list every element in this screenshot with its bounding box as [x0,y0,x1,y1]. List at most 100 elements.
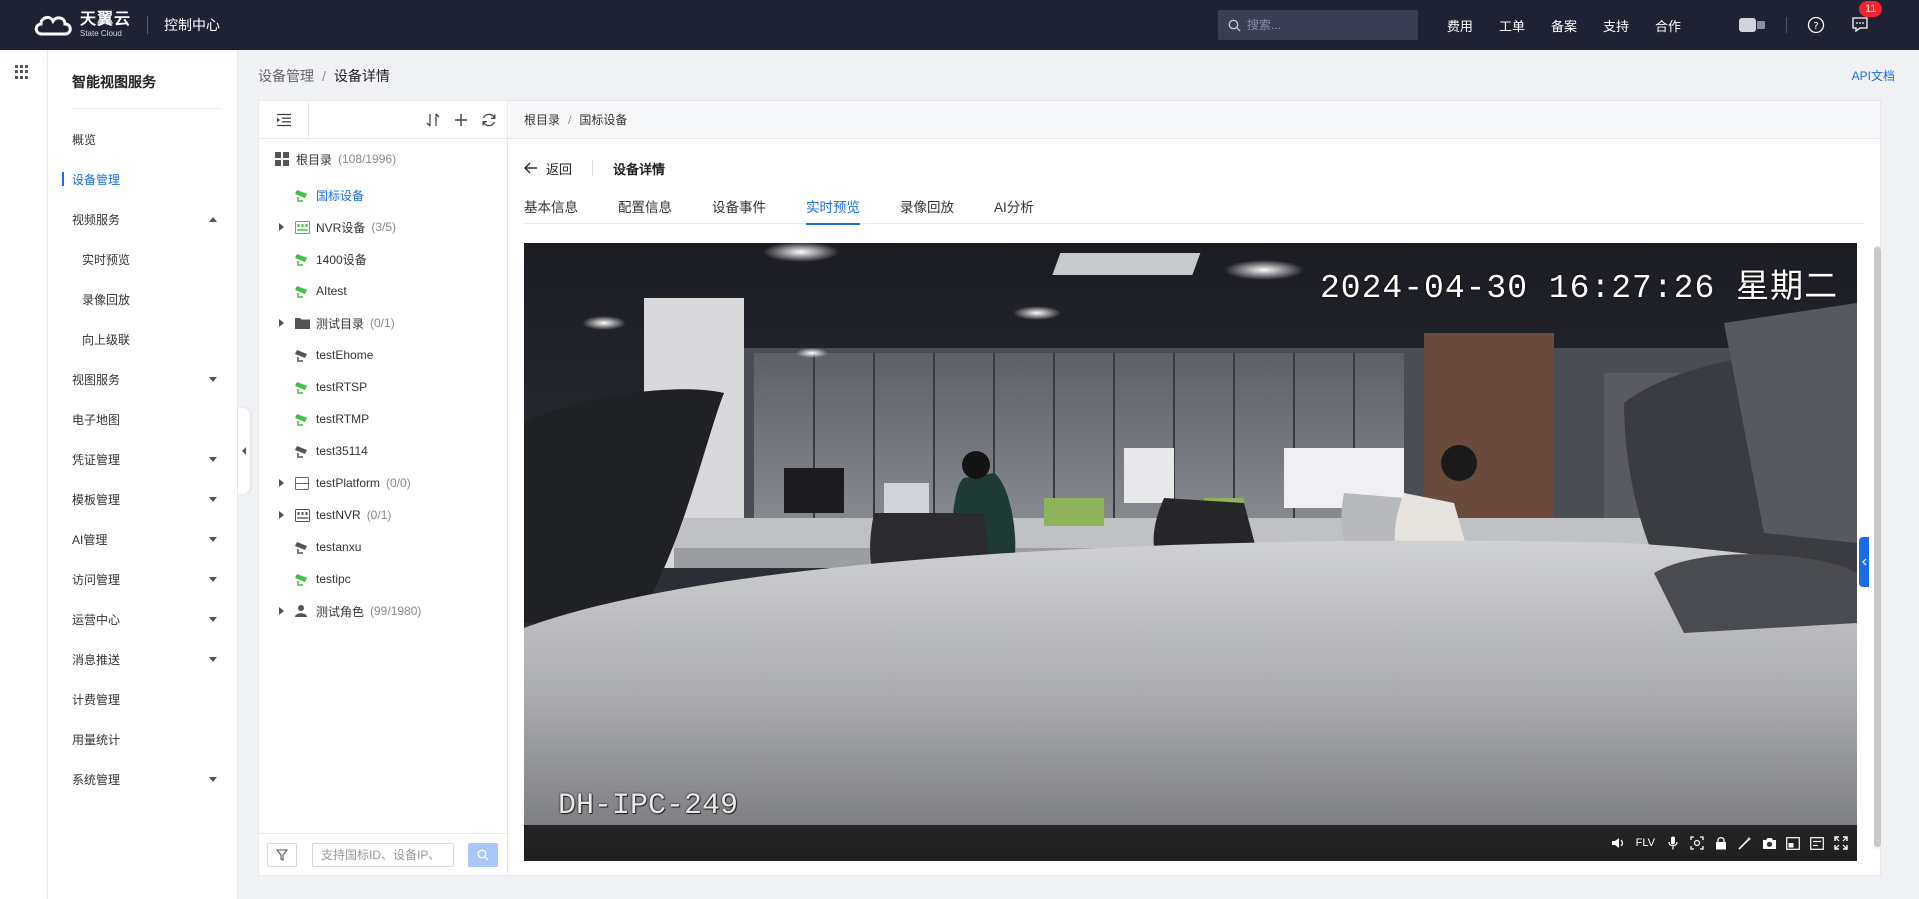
grid-folder-icon [275,152,289,166]
message-icon [1852,16,1868,32]
sidebar-item-view-service[interactable]: 视图服务 [48,359,237,399]
divider [147,16,149,34]
tree-node-test-folder[interactable]: 测试目录 (0/1) [259,307,507,339]
sidebar-item-map[interactable]: 电子地图 [48,399,237,439]
add-icon[interactable] [453,112,469,128]
ptz-panel-toggle[interactable] [1859,537,1869,587]
device-detail-panel: 根目录 / 国标设备 返回 设备详情 基本信息 配置信息 设备事件 实时预览 录像回… [508,100,1881,876]
global-search-input[interactable] [1246,18,1397,32]
pip-icon[interactable] [1785,835,1801,851]
chevron-left-icon [1861,558,1866,566]
nav-partner[interactable]: 合作 [1655,16,1681,35]
sidebar-collapse-handle[interactable] [238,408,250,494]
camera-online-icon [295,286,307,298]
tab-live-preview[interactable]: 实时预览 [806,190,860,225]
tree-node-gb-device[interactable]: 国标设备 [259,179,507,211]
record-icon[interactable] [1809,835,1825,851]
sidebar-item-operations[interactable]: 运营中心 [48,599,237,639]
camera-online-icon [295,190,307,202]
expand-arrow-icon[interactable] [279,319,284,327]
apps-grid-icon[interactable] [15,65,29,79]
global-search[interactable] [1217,10,1418,40]
tree-node-1400[interactable]: 1400设备 [259,243,507,275]
sidebar-item-billing[interactable]: 计费管理 [48,679,237,719]
tab-playback[interactable]: 录像回放 [900,190,954,224]
back-button[interactable]: 返回 [524,159,572,178]
breadcrumb-parent[interactable]: 设备管理 [258,68,314,84]
focus-icon[interactable] [1689,835,1705,851]
tree-node-test-role[interactable]: 测试角色 (99/1980) [259,595,507,627]
tree-node-testnvr[interactable]: testNVR (0/1) [259,499,507,531]
tab-config-info[interactable]: 配置信息 [618,190,672,224]
nav-filing[interactable]: 备案 [1551,16,1577,35]
refresh-icon[interactable] [481,112,497,128]
sidebar-item-system[interactable]: 系统管理 [48,759,237,799]
tree-breadcrumb-root[interactable]: 根目录 [524,111,560,128]
help-icon[interactable]: ? [1807,16,1825,34]
magic-wand-icon[interactable] [1737,835,1753,851]
tree-node-testplatform[interactable]: testPlatform (0/0) [259,467,507,499]
camera-offline-icon [295,542,307,554]
tree-search-input[interactable] [312,842,454,867]
user-role-icon [295,605,307,617]
tree-node-nvr[interactable]: NVR设备 (3/5) [259,211,507,243]
microphone-icon[interactable] [1665,835,1681,851]
tree-root[interactable]: 根目录 (108/1996) [259,139,507,179]
tree-node-testrtsp[interactable]: testRTSP [259,371,507,403]
sidebar-item-templates[interactable]: 模板管理 [48,479,237,519]
fullscreen-icon[interactable] [1833,835,1849,851]
sort-icon[interactable] [425,112,441,128]
tree-node-testrtmp[interactable]: testRTMP [259,403,507,435]
breadcrumb-current: 设备详情 [333,68,390,84]
tab-device-events[interactable]: 设备事件 [712,190,766,224]
api-doc-link[interactable]: API文档 [1852,67,1895,84]
sidebar-item-video-service[interactable]: 视频服务 [48,199,237,239]
video-player[interactable]: 2024-04-30 16:27:26 星期二 DH-IPC-249 FLV [524,243,1857,861]
sidebar-item-access[interactable]: 访问管理 [48,559,237,599]
search-icon [1228,19,1241,31]
sidebar-item-push[interactable]: 消息推送 [48,639,237,679]
tree-node-testanxu[interactable]: testanxu [259,531,507,563]
sidebar-item-playback[interactable]: 录像回放 [48,279,237,319]
tab-ai-analysis[interactable]: AI分析 [994,190,1034,224]
expand-arrow-icon[interactable] [279,223,284,231]
device-tree-panel: 根目录 (108/1996) 国标设备 NVR设备 (3/5) 1400设备 AIt… [258,100,508,876]
scrollbar-thumb[interactable] [1874,247,1881,847]
console-link[interactable]: 控制中心 [164,15,220,35]
sidebar-item-ai[interactable]: AI管理 [48,519,237,559]
tab-basic-info[interactable]: 基本信息 [524,190,578,224]
nav-fees[interactable]: 费用 [1447,16,1473,35]
expand-arrow-icon[interactable] [279,607,284,615]
tree-node-testipc[interactable]: testipc [259,563,507,595]
avatar-icon[interactable] [1738,17,1766,33]
stream-format[interactable]: FLV [1636,835,1655,851]
indent-icon[interactable] [276,113,292,127]
logo[interactable]: 天翼云 State Cloud [32,12,131,38]
nav-support[interactable]: 支持 [1603,16,1629,35]
expand-arrow-icon[interactable] [279,511,284,519]
detail-tabs: 基本信息 配置信息 设备事件 实时预览 录像回放 AI分析 [524,190,1864,225]
lock-icon[interactable] [1713,835,1729,851]
video-frame [524,243,1857,861]
divider [1786,17,1787,33]
sidebar-item-overview[interactable]: 概览 [48,119,237,159]
chevron-down-icon [209,656,217,662]
tree-node-aitest[interactable]: AItest [259,275,507,307]
chevron-up-icon [209,216,217,222]
tree-node-testehome[interactable]: testEhome [259,339,507,371]
volume-icon[interactable] [1610,835,1626,851]
scrollbar[interactable] [1874,245,1881,849]
filter-button[interactable] [267,842,297,867]
sidebar-item-cascade[interactable]: 向上级联 [48,319,237,359]
tree-search-button[interactable] [468,842,498,867]
sidebar-item-credentials[interactable]: 凭证管理 [48,439,237,479]
expand-arrow-icon[interactable] [279,479,284,487]
sidebar-item-usage[interactable]: 用量统计 [48,719,237,759]
sidebar-item-live-preview[interactable]: 实时预览 [48,239,237,279]
messages[interactable]: 11 [1851,0,1883,36]
snapshot-icon[interactable] [1761,835,1777,851]
nav-tickets[interactable]: 工单 [1499,16,1525,35]
tree-node-test35114[interactable]: test35114 [259,435,507,467]
divider [592,160,594,176]
sidebar-item-device-management[interactable]: 设备管理 [48,159,237,199]
